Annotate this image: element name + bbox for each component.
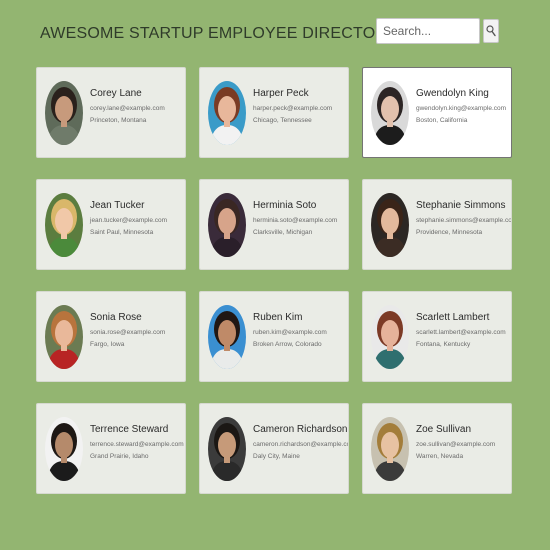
employee-name: Cameron Richardson (253, 424, 348, 435)
employee-email: zoe.sullivan@example.com (416, 441, 496, 448)
employee-name: Stephanie Simmons (416, 200, 506, 211)
employee-location: Providence, Minnesota (416, 229, 483, 236)
employee-name: Corey Lane (90, 88, 142, 99)
search-icon (486, 25, 496, 37)
employee-email: terrence.steward@example.com (90, 441, 184, 448)
avatar (208, 417, 246, 481)
avatar (45, 193, 83, 257)
employee-location: Boston, California (416, 117, 468, 124)
directory-page: AWESOME STARTUP EMPLOYEE DIRECTORY Corey… (0, 0, 550, 550)
employee-location: Chicago, Tennessee (253, 117, 312, 124)
search-input[interactable] (376, 18, 480, 44)
employee-email: cameron.richardson@example.com (253, 441, 349, 448)
employee-name: Terrence Steward (90, 424, 169, 435)
employee-info: Terrence Steward terrence.steward@example… (90, 424, 184, 465)
avatar (45, 417, 83, 481)
employee-card[interactable]: Ruben Kim ruben.kim@example.com Broken Arr… (199, 291, 349, 382)
employee-location: Broken Arrow, Colorado (253, 341, 322, 348)
avatar (371, 305, 409, 369)
employee-card[interactable]: Sonia Rose sonia.rose@example.com Fargo, I… (36, 291, 186, 382)
employee-email: corey.lane@example.com (90, 105, 165, 112)
employee-name: Harper Peck (253, 88, 309, 99)
avatar (371, 417, 409, 481)
employee-email: gwendolyn.king@example.com (416, 105, 507, 112)
employee-location: Fontana, Kentucky (416, 341, 471, 348)
header: AWESOME STARTUP EMPLOYEE DIRECTORY (40, 18, 510, 48)
employee-info: Harper Peck harper.peck@example.com Chicag… (253, 88, 346, 129)
employee-card[interactable]: Herminia Soto herminia.soto@example.com Cl… (199, 179, 349, 270)
avatar (208, 305, 246, 369)
employee-name: Gwendolyn King (416, 88, 489, 99)
employee-location: Clarksville, Michigan (253, 229, 313, 236)
employee-location: Fargo, Iowa (90, 341, 125, 348)
employee-name: Herminia Soto (253, 200, 317, 211)
employee-email: herminia.soto@example.com (253, 217, 338, 224)
avatar (45, 305, 83, 369)
employee-info: Zoe Sullivan zoe.sullivan@example.com Warr… (416, 424, 509, 465)
employee-email: harper.peck@example.com (253, 105, 333, 112)
employee-email: stephanie.simmons@example.com (416, 217, 512, 224)
employee-card[interactable]: Harper Peck harper.peck@example.com Chicag… (199, 67, 349, 158)
employee-info: Stephanie Simmons stephanie.simmons@examp… (416, 200, 512, 241)
search-button[interactable] (483, 19, 499, 43)
employee-info: Jean Tucker jean.tucker@example.com Saint … (90, 200, 183, 241)
employee-info: Corey Lane corey.lane@example.com Princeto… (90, 88, 183, 129)
employee-card[interactable]: Gwendolyn King gwendolyn.king@example.com… (362, 67, 512, 158)
employee-name: Sonia Rose (90, 312, 142, 323)
employee-location: Princeton, Montana (90, 117, 147, 124)
employee-grid: Corey Lane corey.lane@example.com Princeto… (36, 67, 512, 494)
employee-name: Ruben Kim (253, 312, 303, 323)
employee-card[interactable]: Scarlett Lambert scarlett.lambert@example… (362, 291, 512, 382)
employee-card[interactable]: Zoe Sullivan zoe.sullivan@example.com Warr… (362, 403, 512, 494)
employee-card[interactable]: Jean Tucker jean.tucker@example.com Saint … (36, 179, 186, 270)
avatar (371, 193, 409, 257)
employee-location: Saint Paul, Minnesota (90, 229, 154, 236)
employee-card[interactable]: Corey Lane corey.lane@example.com Princeto… (36, 67, 186, 158)
employee-card[interactable]: Terrence Steward terrence.steward@example… (36, 403, 186, 494)
employee-name: Jean Tucker (90, 200, 145, 211)
employee-email: jean.tucker@example.com (90, 217, 168, 224)
employee-name: Scarlett Lambert (416, 312, 490, 323)
employee-info: Herminia Soto herminia.soto@example.com Cl… (253, 200, 346, 241)
avatar (208, 193, 246, 257)
avatar (371, 81, 409, 145)
employee-info: Gwendolyn King gwendolyn.king@example.com… (416, 88, 509, 129)
employee-info: Cameron Richardson cameron.richardson@exa… (253, 424, 349, 465)
employee-email: scarlett.lambert@example.com (416, 329, 506, 336)
employee-email: ruben.kim@example.com (253, 329, 327, 336)
employee-card[interactable]: Cameron Richardson cameron.richardson@exa… (199, 403, 349, 494)
employee-info: Scarlett Lambert scarlett.lambert@example… (416, 312, 509, 353)
employee-location: Warren, Nevada (416, 453, 464, 460)
employee-info: Ruben Kim ruben.kim@example.com Broken Arr… (253, 312, 346, 353)
search-bar (376, 18, 500, 44)
employee-info: Sonia Rose sonia.rose@example.com Fargo, I… (90, 312, 183, 353)
page-title: AWESOME STARTUP EMPLOYEE DIRECTORY (40, 25, 398, 42)
avatar (45, 81, 83, 145)
employee-name: Zoe Sullivan (416, 424, 472, 435)
employee-email: sonia.rose@example.com (90, 329, 166, 336)
employee-location: Daly City, Maine (253, 453, 300, 460)
employee-location: Grand Prairie, Idaho (90, 453, 149, 460)
avatar (208, 81, 246, 145)
employee-card[interactable]: Stephanie Simmons stephanie.simmons@examp… (362, 179, 512, 270)
